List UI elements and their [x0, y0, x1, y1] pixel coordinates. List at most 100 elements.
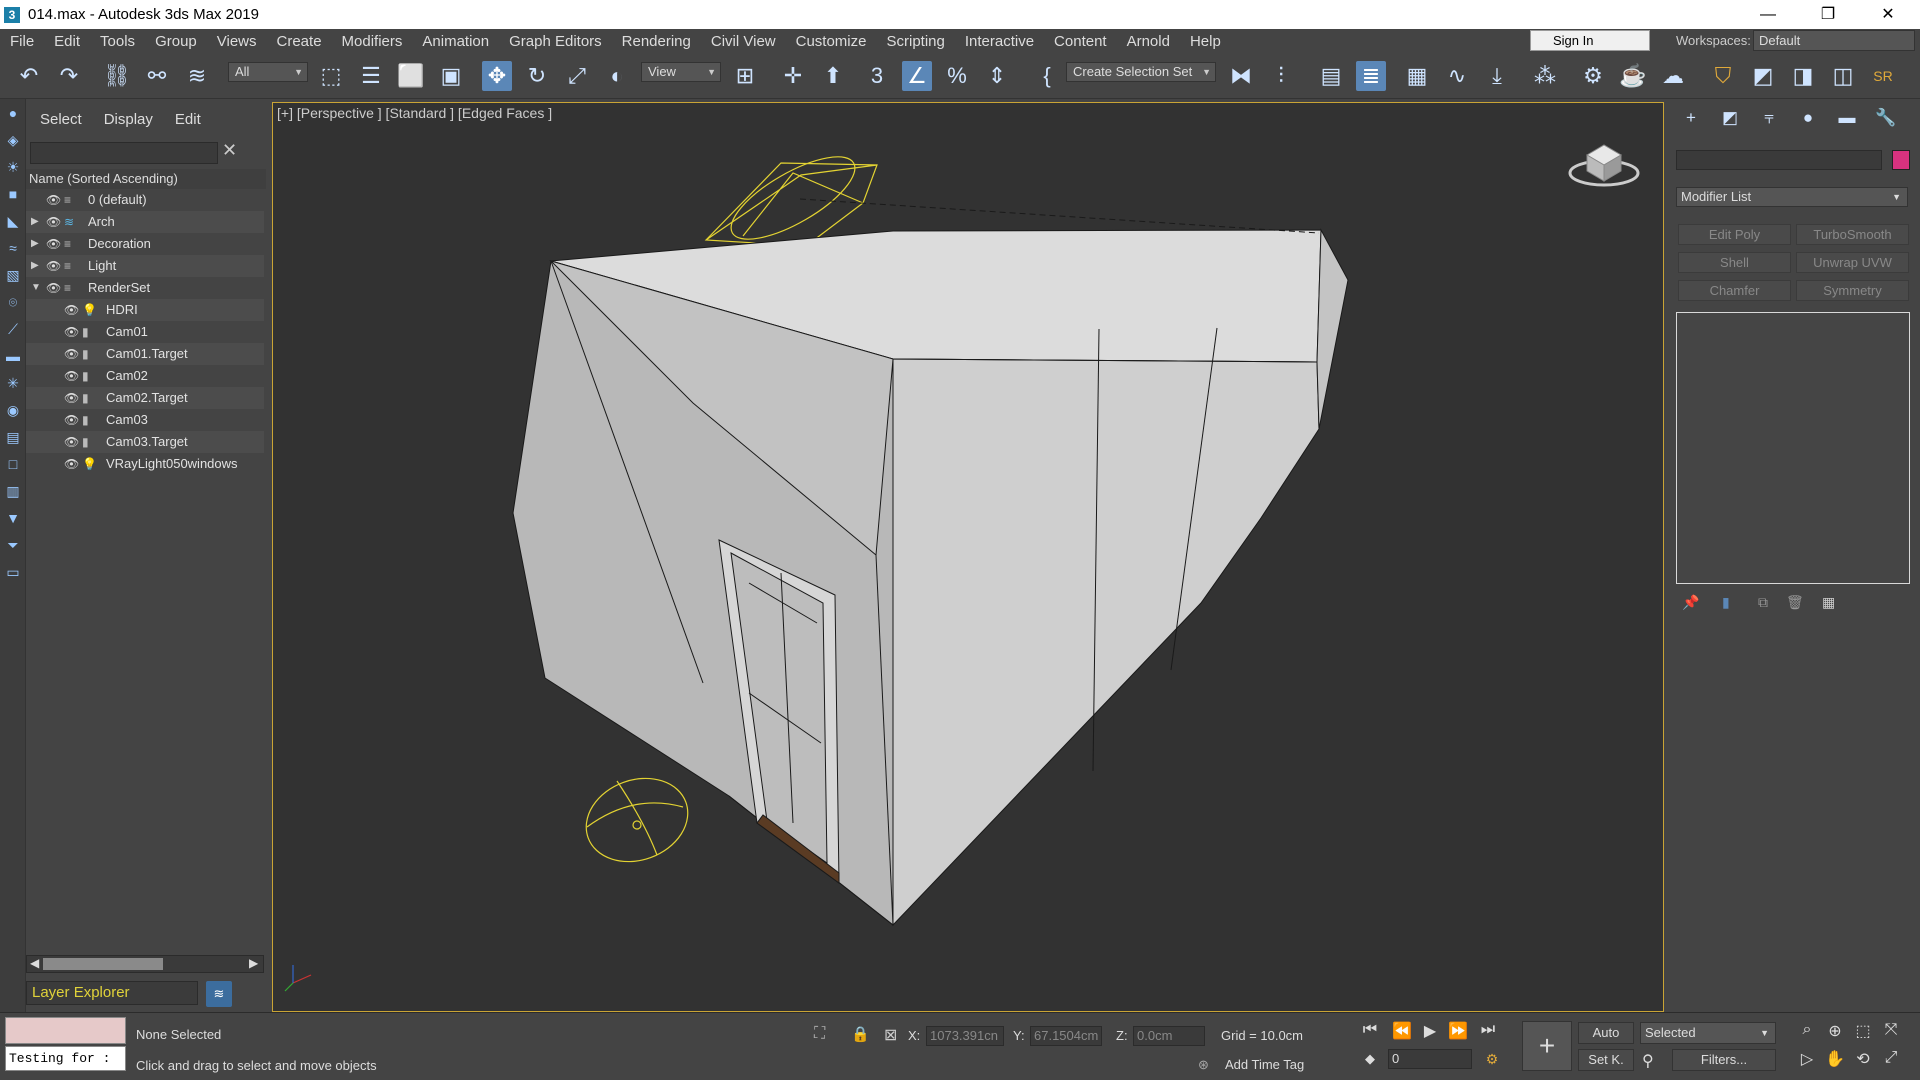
create-tab-icon[interactable]: +	[1678, 105, 1704, 131]
menu-views[interactable]: Views	[207, 33, 267, 50]
scene-explorer-toggle-icon[interactable]: ▤	[1316, 61, 1346, 91]
rect-selection-icon[interactable]: ⬜	[396, 61, 426, 91]
pan-view-icon[interactable]: ✋	[1824, 1049, 1846, 1069]
isolate-icon[interactable]: ⛶	[814, 1025, 825, 1043]
select-by-name-icon[interactable]: ☰	[356, 61, 386, 91]
visibility-eye-icon[interactable]: 👁	[64, 321, 79, 343]
align-icon[interactable]: ⫶	[1266, 61, 1296, 91]
visibility-eye-icon[interactable]: 👁	[64, 387, 79, 409]
unlink-icon[interactable]: ⚯	[142, 61, 172, 91]
explorer-options-icon[interactable]: ▭	[3, 562, 23, 582]
reference-coordinate-dropdown[interactable]: View	[641, 62, 721, 82]
menu-rendering[interactable]: Rendering	[612, 33, 701, 50]
containers-icon[interactable]: ▬	[3, 346, 23, 366]
modifier-chamfer-button[interactable]: Chamfer	[1678, 280, 1791, 301]
scene-search-input[interactable]	[30, 142, 218, 164]
zoom-extents-all-icon[interactable]: ⤧	[1880, 1021, 1902, 1039]
display-influences-icon[interactable]: □	[3, 454, 23, 474]
scene-tree-row[interactable]: 👁 ▮ Cam01.Target	[26, 343, 264, 365]
sign-in-button[interactable]: Sign In	[1530, 30, 1650, 51]
helpers-icon[interactable]: ◣	[3, 211, 23, 231]
menu-interactive[interactable]: Interactive	[955, 33, 1044, 50]
render-production-icon[interactable]: ☁	[1658, 61, 1688, 91]
key-filters-icon[interactable]: ⚲	[1642, 1051, 1654, 1071]
scene-tree-row[interactable]: 👁 ▮ Cam03	[26, 409, 264, 431]
menu-file[interactable]: File	[0, 33, 44, 50]
make-unique-icon[interactable]: ⧉	[1758, 594, 1768, 611]
explorer-type-dropdown[interactable]: Layer Explorer	[26, 981, 198, 1005]
angle-snap-icon[interactable]: ∠	[902, 61, 932, 91]
pivot-center-icon[interactable]: ⊞	[730, 61, 760, 91]
visibility-eye-icon[interactable]: 👁	[64, 453, 79, 475]
particles-icon[interactable]: ✳	[3, 373, 23, 393]
snaps-toggle-icon[interactable]: 3	[862, 61, 892, 91]
visibility-eye-icon[interactable]: 👁	[46, 211, 61, 233]
link-icon[interactable]: ⛓	[102, 61, 132, 91]
sr-icon[interactable]: SR	[1868, 61, 1898, 91]
select-object-icon[interactable]: ⬚	[316, 61, 346, 91]
undo-icon[interactable]: ↶	[14, 61, 44, 91]
restore-button[interactable]: ❐	[1800, 0, 1856, 29]
modify-tab-icon[interactable]: ◩	[1717, 105, 1743, 131]
z-coordinate-field[interactable]: 0.0cm	[1133, 1026, 1205, 1046]
select-move-icon[interactable]: ✥	[482, 61, 512, 91]
vray-frame-buffer-icon[interactable]: ◩	[1748, 61, 1778, 91]
ribbon-toggle-icon[interactable]: ▦	[1402, 61, 1432, 91]
go-to-start-icon[interactable]: ⏮	[1358, 1021, 1382, 1039]
scroll-left-icon[interactable]: ◀	[30, 956, 39, 970]
next-frame-icon[interactable]: ⏩	[1446, 1021, 1470, 1041]
cameras-icon[interactable]: ■	[3, 184, 23, 204]
remove-modifier-icon[interactable]: 🗑	[1786, 594, 1804, 611]
modifier-list-dropdown[interactable]: Modifier List	[1676, 187, 1908, 207]
keyboard-shortcut-override-icon[interactable]: ⬆	[818, 61, 848, 91]
scene-tree-row[interactable]: 👁 ▮ Cam03.Target	[26, 431, 264, 453]
object-color-swatch[interactable]	[1892, 150, 1910, 170]
visibility-eye-icon[interactable]: 👁	[64, 431, 79, 453]
named-selection-set-dropdown[interactable]: Create Selection Set	[1066, 62, 1216, 82]
select-place-icon[interactable]: ◐	[602, 61, 632, 91]
scene-tree-row[interactable]: ▶ 👁 ≡ Light	[26, 255, 264, 277]
scene-tree-row[interactable]: 👁 ≡ 0 (default)	[26, 189, 264, 211]
time-tag-icon[interactable]: ⊛	[1198, 1057, 1209, 1073]
visibility-eye-icon[interactable]: 👁	[64, 343, 79, 365]
modifier-stack[interactable]	[1676, 312, 1910, 584]
filter-funnel-icon[interactable]: ⏷	[3, 535, 23, 555]
menu-graph-editors[interactable]: Graph Editors	[499, 33, 612, 50]
field-of-view-icon[interactable]: ▷	[1796, 1049, 1818, 1069]
column-header-name[interactable]: Name (Sorted Ascending)	[26, 169, 266, 189]
menu-scripting[interactable]: Scripting	[876, 33, 954, 50]
visibility-eye-icon[interactable]: 👁	[46, 277, 61, 299]
bind-space-warp-icon[interactable]: ≋	[182, 61, 212, 91]
menu-civil-view[interactable]: Civil View	[701, 33, 786, 50]
key-filter-selected-dropdown[interactable]: Selected	[1640, 1022, 1776, 1044]
hierarchy-tab-icon[interactable]: ⫧	[1756, 105, 1782, 131]
maxscript-listener-output[interactable]	[5, 1017, 126, 1044]
spinner-snap-icon[interactable]: ⇕	[982, 61, 1012, 91]
display-dependents-icon[interactable]: ▥	[3, 481, 23, 501]
scroll-right-icon[interactable]: ▶	[249, 956, 258, 970]
current-frame-spinner[interactable]: 0	[1388, 1049, 1472, 1069]
expand-arrow-icon[interactable]: ▶	[31, 233, 39, 255]
percent-snap-icon[interactable]: %	[942, 61, 972, 91]
scene-tree-row[interactable]: ▶ 👁 ≡ Decoration	[26, 233, 264, 255]
window-crossing-icon[interactable]: ▣	[436, 61, 466, 91]
material-editor-icon[interactable]: ⁂	[1530, 61, 1560, 91]
lights-icon[interactable]: ☀	[3, 157, 23, 177]
shapes-icon[interactable]: ◈	[3, 130, 23, 150]
scene-tree-row[interactable]: 👁 ▮ Cam02.Target	[26, 387, 264, 409]
motion-tab-icon[interactable]: ●	[1795, 105, 1821, 131]
vray-toolbar-icon[interactable]: ◫	[1828, 61, 1858, 91]
select-manipulate-icon[interactable]: ✛	[778, 61, 808, 91]
visibility-eye-icon[interactable]: 👁	[64, 299, 79, 321]
minimize-button[interactable]: —	[1740, 0, 1796, 29]
absolute-mode-icon[interactable]: ⊠	[884, 1025, 897, 1045]
play-icon[interactable]: ▶	[1418, 1021, 1442, 1041]
selection-lock-icon[interactable]: 🔒	[851, 1025, 870, 1043]
configure-modifier-sets-icon[interactable]: ▦	[1822, 594, 1835, 611]
scene-tree-row[interactable]: 👁 ▮ Cam01	[26, 321, 264, 343]
workspace-dropdown[interactable]: Default	[1753, 30, 1915, 51]
key-filters-button[interactable]: Filters...	[1672, 1049, 1776, 1071]
close-button[interactable]: ✕	[1860, 0, 1916, 29]
menu-content[interactable]: Content	[1044, 33, 1117, 50]
menu-modifiers[interactable]: Modifiers	[332, 33, 413, 50]
